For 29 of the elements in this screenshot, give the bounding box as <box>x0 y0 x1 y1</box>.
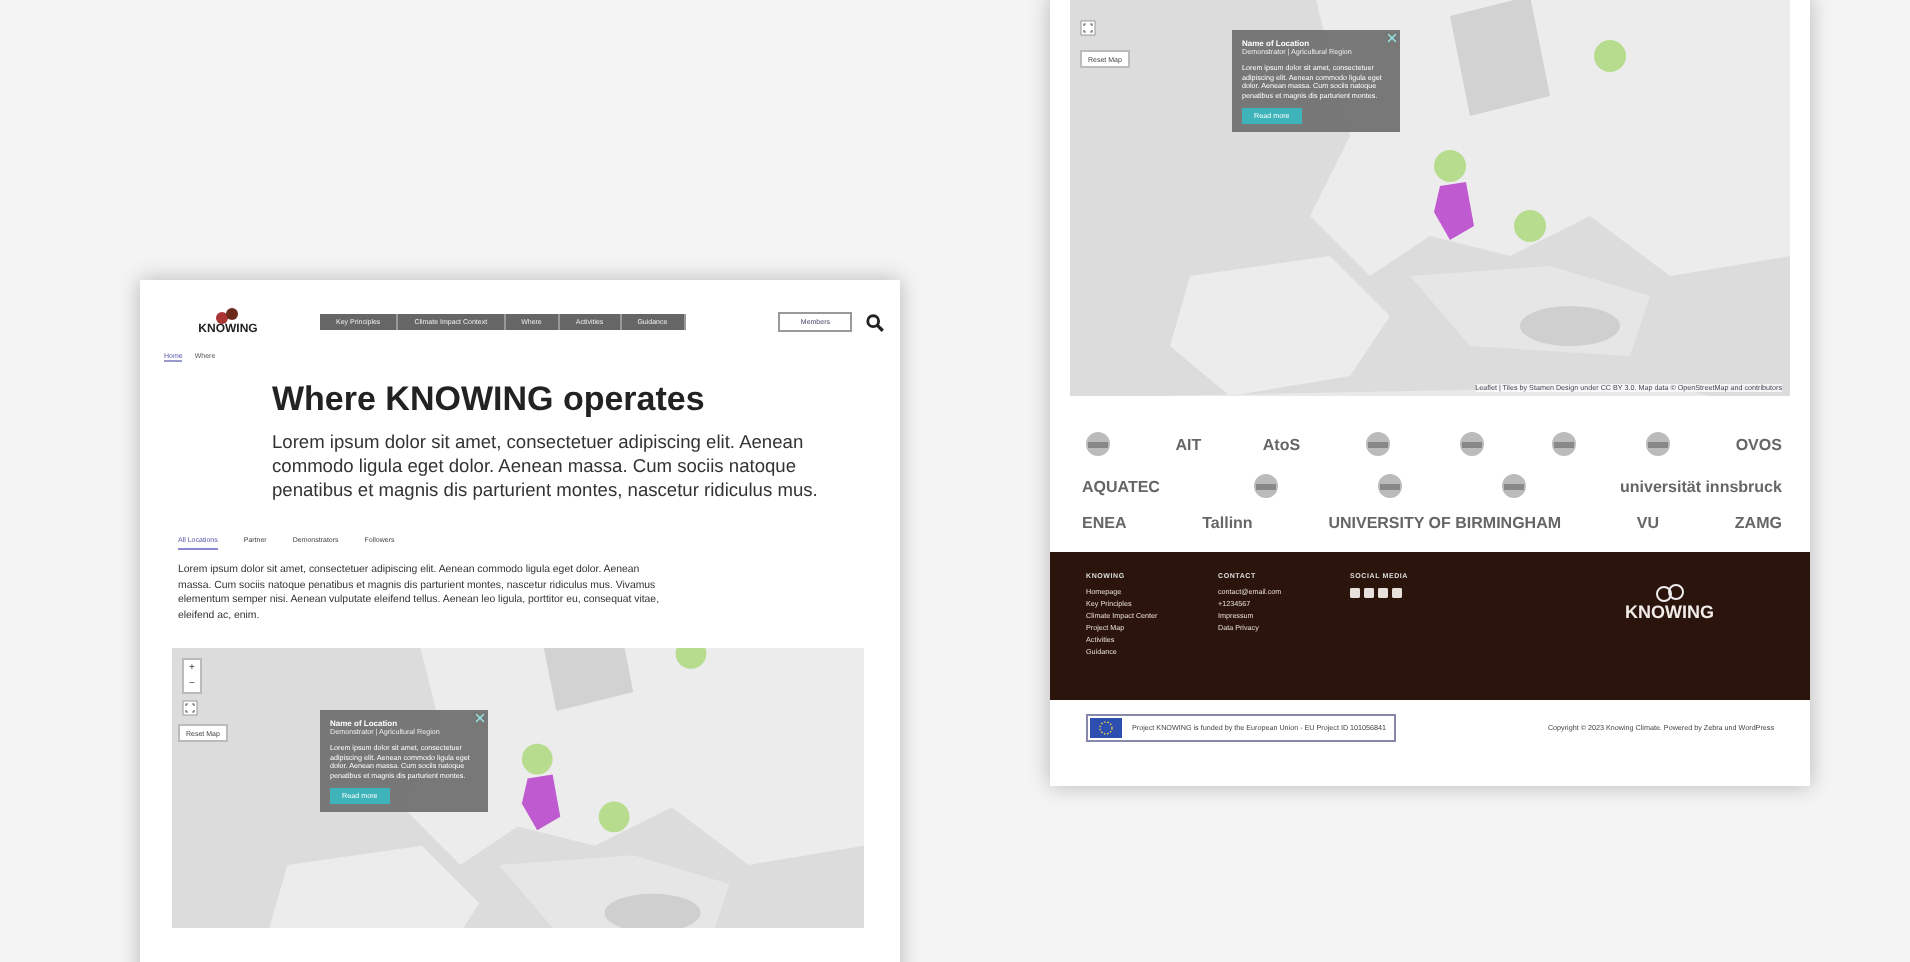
partner-logo: OVOS <box>1735 435 1782 453</box>
partner-logo: AQUATEC <box>1082 477 1160 495</box>
partner-logo: AIT <box>1175 435 1202 453</box>
partner-logo-icon <box>1250 472 1283 500</box>
fullscreen-icon[interactable] <box>182 700 198 716</box>
partner-logo: universität innsbruck <box>1620 477 1782 495</box>
partner-logo-icon <box>1642 430 1675 458</box>
footer-logo: KNOWING <box>1625 602 1714 622</box>
logo-icon <box>214 308 242 324</box>
partner-logo: VU <box>1636 514 1660 532</box>
partner-logo-icon <box>1361 430 1394 458</box>
partner-logo: Tallinn <box>1202 514 1253 532</box>
partner-logo: ZAMG <box>1734 514 1782 532</box>
close-icon[interactable] <box>1388 34 1396 42</box>
partner-logo: ENEA <box>1082 514 1127 532</box>
partner-logo: AtoS <box>1262 435 1301 453</box>
intro-text: Lorem ipsum dolor sit amet, consectetuer adipiscing elit. Aenean commodo ligula eget dolor. Aenean massa. Cum sociis natoque penatibus et magnis dis parturient montes, nascetur ridiculus mus. <box>272 430 820 502</box>
partner-logo-icon <box>1455 430 1488 458</box>
partner-logo-icon <box>1548 430 1581 458</box>
partner-logo-icon <box>1497 472 1530 500</box>
logo-icon <box>1651 584 1688 602</box>
partner-logo-icon <box>1082 430 1114 458</box>
partner-logo: UNIVERSITY OF BIRMINGHAM <box>1328 514 1562 532</box>
page-title: Where KNOWING operates <box>272 380 707 420</box>
partner-logo-icon <box>1374 472 1406 500</box>
eu-flag-icon <box>1090 718 1122 738</box>
search-icon[interactable] <box>866 313 884 331</box>
close-icon[interactable] <box>476 714 484 722</box>
fullscreen-icon[interactable] <box>1080 20 1096 36</box>
